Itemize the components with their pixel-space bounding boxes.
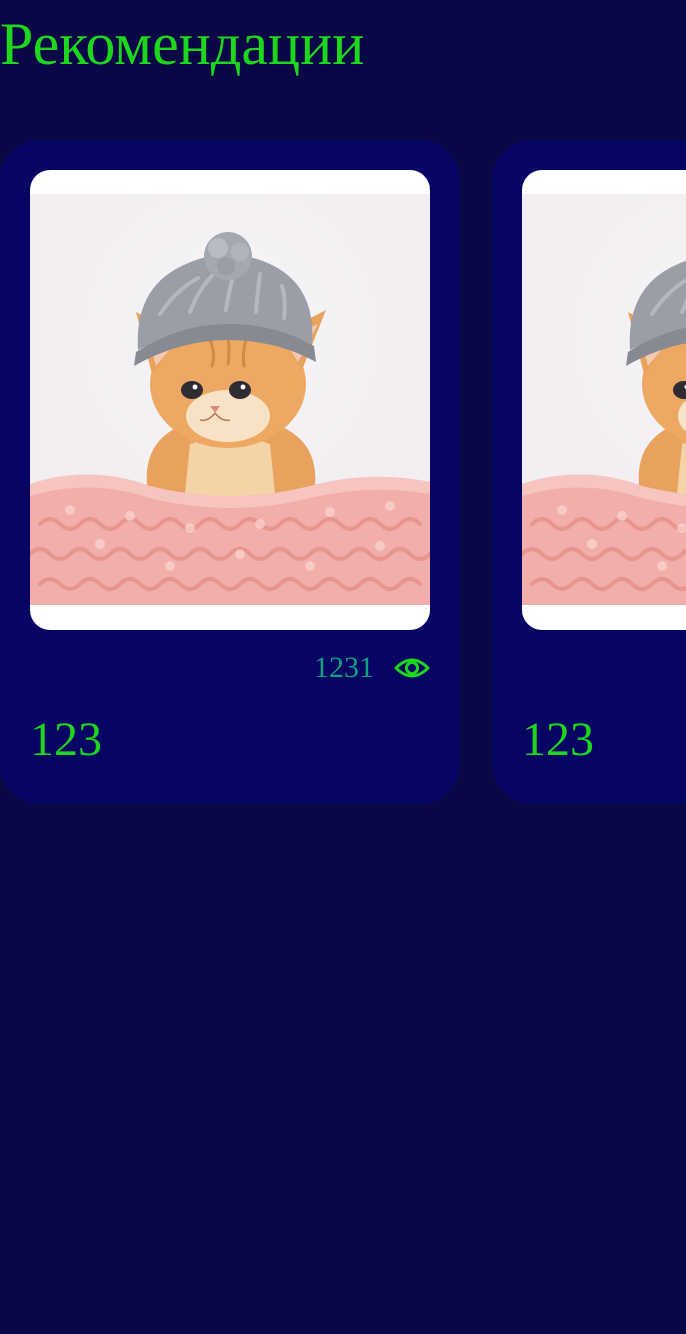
kitten-photo	[30, 194, 430, 605]
kitten-photo	[522, 194, 686, 605]
card-image-frame	[522, 170, 686, 630]
card-image-frame	[30, 170, 430, 630]
recommendations-carousel[interactable]: 1231 123 123	[0, 140, 686, 804]
page-title: Рекомендации	[0, 11, 365, 77]
card-title: 123	[522, 713, 594, 766]
card-title: 123	[30, 713, 102, 766]
views-count: 1231	[314, 651, 374, 684]
views-counter: 1231	[314, 648, 430, 688]
eye-icon	[394, 658, 430, 678]
recommendation-card[interactable]: 1231 123	[0, 140, 460, 804]
recommendation-card[interactable]: 123	[492, 140, 686, 804]
